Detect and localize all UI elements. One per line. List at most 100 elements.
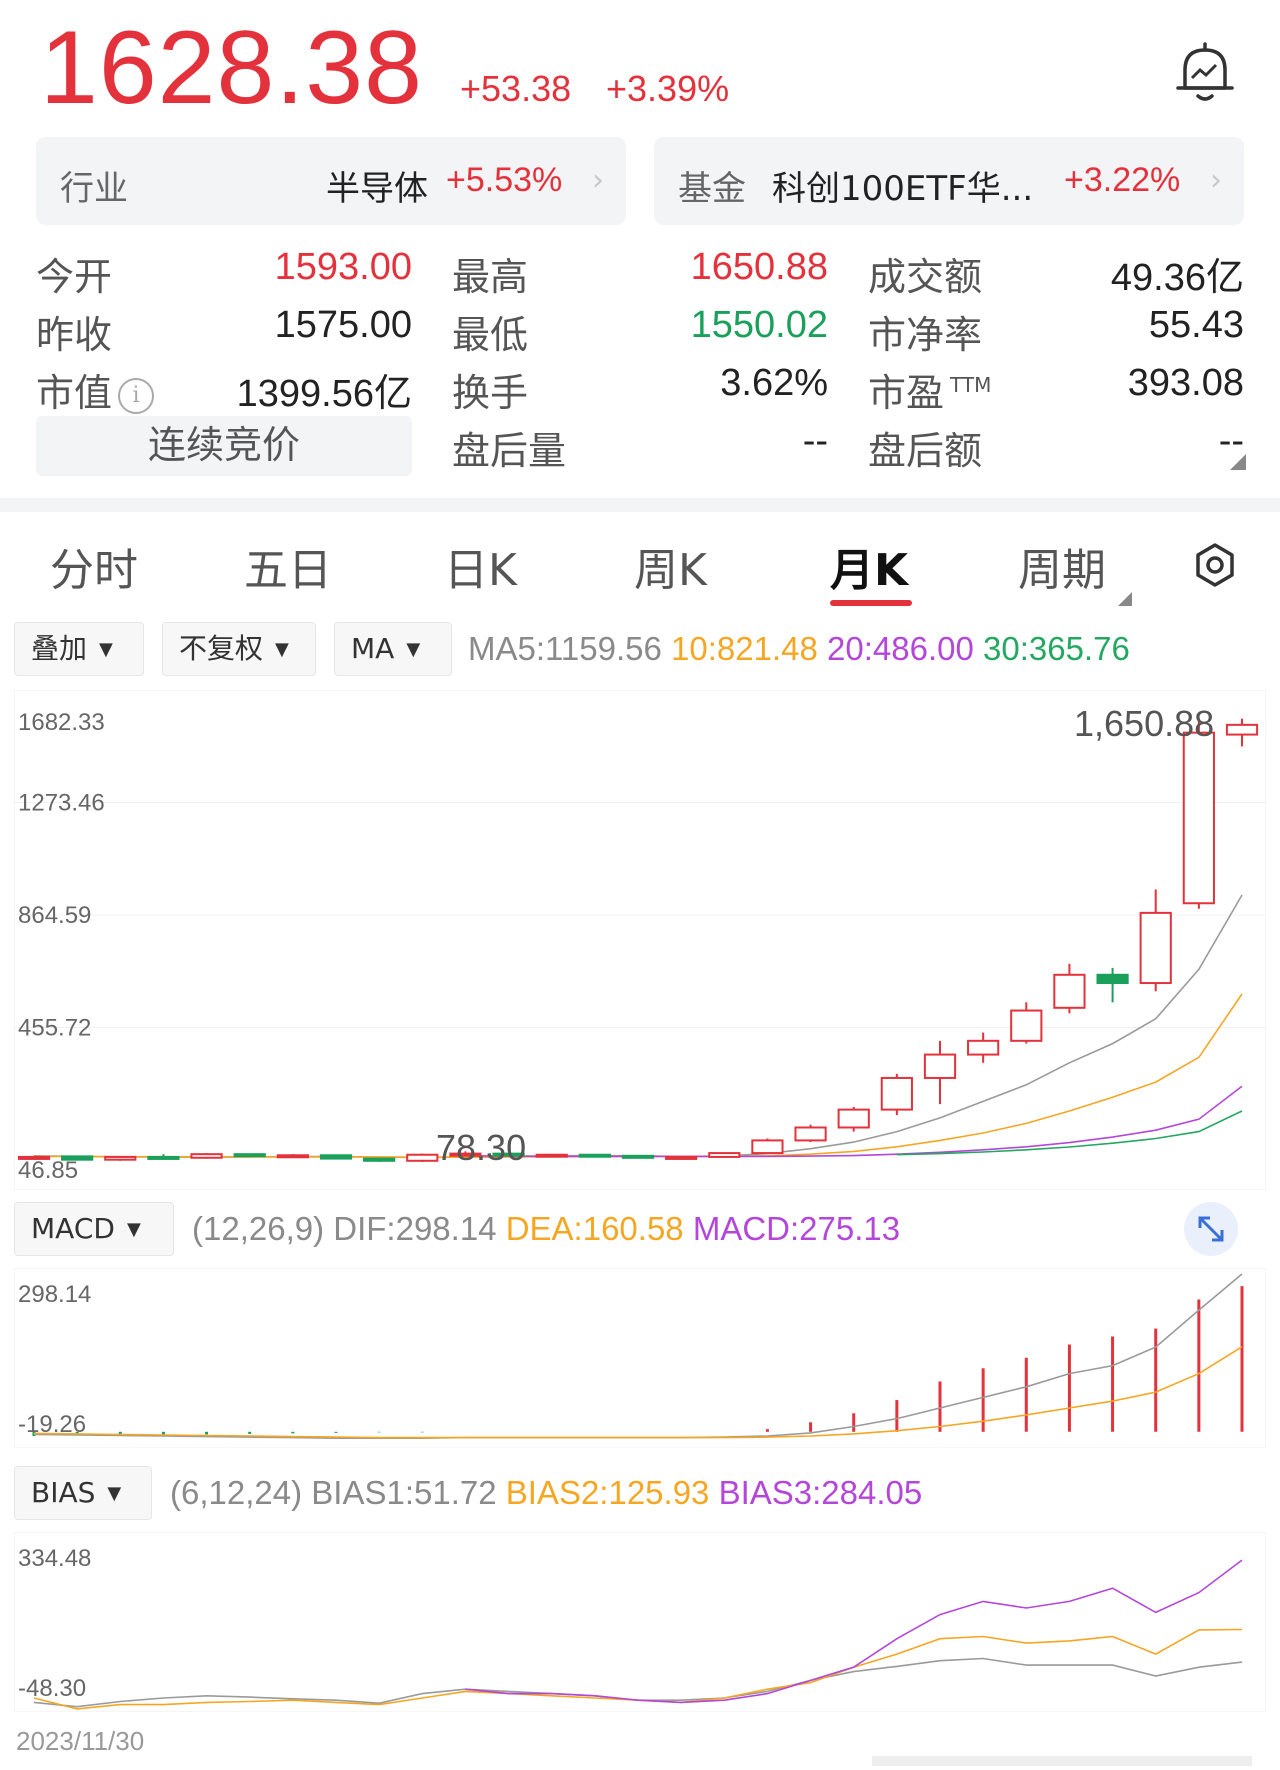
chevron-right-icon: › xyxy=(1210,163,1222,198)
candle-body xyxy=(1010,1009,1043,1042)
period-dropdown-corner-icon xyxy=(1118,592,1132,606)
price-adjust-dropdown[interactable]: 不复权 ▼ xyxy=(162,622,316,676)
ma20-legend: 20:486.00 xyxy=(827,630,974,667)
candle-body xyxy=(621,1154,655,1159)
chart-frame xyxy=(14,1532,1266,1712)
monthly-kline-chart[interactable]: 1682.33 1273.46 864.59 455.72 46.85 1,650.88 7… xyxy=(14,690,1266,1190)
min-price-annotation: 78.30 xyxy=(436,1127,526,1168)
candle-body xyxy=(1225,723,1259,736)
caret-down-icon: ▼ xyxy=(126,1219,141,1240)
stat-low: 最低 1550.02 xyxy=(452,304,828,357)
info-icon[interactable]: i xyxy=(118,378,155,414)
caret-down-icon: ▼ xyxy=(406,639,421,660)
macd-indicator-dropdown[interactable]: MACD ▼ xyxy=(14,1202,174,1256)
candle-body xyxy=(1139,911,1172,985)
candle-body xyxy=(1182,731,1215,905)
candle-body xyxy=(751,1139,784,1155)
macd-controls: MACD ▼ (12,26,9) DIF:298.14 DEA:160.58 MA… xyxy=(14,1202,1266,1258)
candle-body xyxy=(1096,973,1129,985)
fullscreen-expand-icon[interactable] xyxy=(1184,1202,1238,1256)
tab-five-day[interactable]: 五日 xyxy=(244,534,332,598)
y-tick-label: 864.59 xyxy=(18,902,91,929)
bias-legend: (6,12,24) BIAS1:51.72 BIAS2:125.93 BIAS3… xyxy=(170,1474,923,1511)
kline-controls: 叠加 ▼ 不复权 ▼ MA ▼ MA5:1159.56 10:821.48 20:48… xyxy=(14,622,1266,678)
chart-frame xyxy=(14,690,1266,1190)
watermark-logo xyxy=(872,1756,1252,1766)
candle-body xyxy=(837,1108,870,1129)
chart-frame xyxy=(14,1268,1266,1448)
quote-stats-grid: 今开 1593.00 最高 1650.88 成交额 49.36亿 昨收 1575… xyxy=(36,240,1246,480)
tab-monthly-k[interactable]: 月K xyxy=(830,534,908,598)
candle-body xyxy=(406,1153,439,1162)
candle-body xyxy=(61,1155,94,1161)
active-tab-indicator xyxy=(830,600,912,606)
tab-daily-k[interactable]: 日K xyxy=(444,534,517,598)
bias-chart[interactable]: 334.48 -48.30 xyxy=(14,1532,1266,1712)
ma-line-30 xyxy=(896,1110,1243,1156)
continuous-auction-badge: 连续竞价 xyxy=(36,416,412,476)
industry-chip[interactable]: 行业 半导体 +5.53% › xyxy=(36,137,626,225)
overlay-dropdown[interactable]: 叠加 ▼ xyxy=(14,622,144,676)
chart-period-tabs: 分时 五日 日K 周K 月K 周期 xyxy=(0,520,1280,610)
stat-pe-ttm: 市盈 TTM 393.08 xyxy=(868,362,1244,415)
ma-line-10 xyxy=(34,993,1243,1158)
price-alert-bell-icon[interactable] xyxy=(1170,38,1240,108)
ma5-legend: MA5:1159.56 xyxy=(468,630,662,667)
ma-legend: MA5:1159.56 10:821.48 20:486.00 30:365.7… xyxy=(468,630,1130,668)
bias-line-bias3 xyxy=(465,1559,1243,1704)
macd-legend: (12,26,9) DIF:298.14 DEA:160.58 MACD:275… xyxy=(192,1210,901,1247)
price-change-pct: +3.39% xyxy=(606,68,730,109)
candle-body xyxy=(147,1155,180,1160)
stat-pb-ratio: 市净率 55.43 xyxy=(868,304,1244,357)
bias-controls: BIAS ▼ (6,12,24) BIAS1:51.72 BIAS2:125.93… xyxy=(14,1466,1266,1522)
chart-settings-icon[interactable] xyxy=(1192,542,1238,588)
industry-change: +5.53% xyxy=(446,161,563,199)
max-price-annotation: 1,650.88 xyxy=(1074,703,1214,744)
fund-name: 科创100ETF华... xyxy=(772,169,1034,209)
stat-after-hours-amount: 盘后额 -- xyxy=(868,420,1244,473)
stat-turnover-rate: 换手 3.62% xyxy=(452,362,828,415)
y-tick-label: 1682.33 xyxy=(18,709,105,736)
candle-body xyxy=(967,1039,1000,1056)
macd-chart[interactable]: 298.14-19.26 xyxy=(14,1268,1266,1448)
chevron-right-icon: › xyxy=(592,163,604,198)
stat-market-cap: 市值 i 1399.56亿 xyxy=(36,371,412,415)
candle-body xyxy=(233,1153,266,1158)
y-tick-label: -48.30 xyxy=(18,1675,86,1702)
candle-body xyxy=(665,1155,698,1160)
candle-body xyxy=(880,1076,913,1111)
ma30-legend: 30:365.76 xyxy=(983,630,1130,667)
expand-corner-icon[interactable] xyxy=(1230,454,1246,470)
y-tick-label: 455.72 xyxy=(18,1015,91,1042)
candle-body xyxy=(276,1154,309,1159)
tab-weekly-k[interactable]: 周K xyxy=(634,534,707,598)
candle-body xyxy=(363,1157,396,1162)
stat-turnover-amount: 成交额 49.36亿 xyxy=(868,255,1244,299)
candle-body xyxy=(794,1126,827,1142)
stat-prev-close: 昨收 1575.00 xyxy=(36,304,412,357)
price-change: +53.38 xyxy=(460,68,572,109)
stat-open: 今开 1593.00 xyxy=(36,246,412,299)
stat-high: 最高 1650.88 xyxy=(452,246,828,299)
dea-line xyxy=(33,1346,1243,1439)
fund-chip[interactable]: 基金 科创100ETF华... +3.22% › xyxy=(654,137,1244,225)
industry-label: 行业 xyxy=(60,169,128,209)
bias-indicator-dropdown[interactable]: BIAS ▼ xyxy=(14,1466,152,1520)
ma-line-ma5 xyxy=(33,894,1243,1159)
caret-down-icon: ▼ xyxy=(99,639,113,660)
tab-intraday[interactable]: 分时 xyxy=(50,534,138,598)
start-date-label: 2023/11/30 xyxy=(16,1726,145,1756)
y-tick-label: 334.48 xyxy=(18,1545,91,1572)
price-header: 1628.38 +53.38 +3.39% xyxy=(40,16,1240,120)
fund-change: +3.22% xyxy=(1064,161,1181,199)
candle-body xyxy=(190,1153,223,1159)
tab-period[interactable]: 周期 xyxy=(1018,534,1106,598)
y-tick-label: 298.14 xyxy=(18,1281,91,1308)
bias-line-bias2 xyxy=(33,1628,1243,1710)
candle-body xyxy=(104,1155,137,1161)
candle-body xyxy=(17,1155,51,1160)
indicator-dropdown[interactable]: MA ▼ xyxy=(334,622,452,676)
stat-after-hours-volume: 盘后量 -- xyxy=(452,420,828,473)
ma10-legend: 10:821.48 xyxy=(671,630,818,667)
candle-body xyxy=(535,1153,568,1158)
